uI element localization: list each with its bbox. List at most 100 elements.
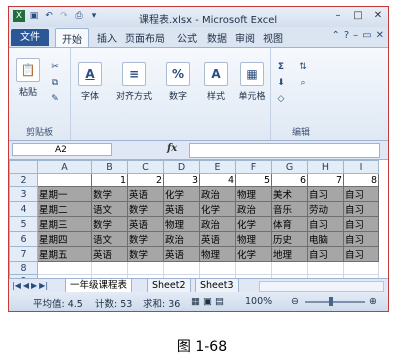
tab-data[interactable]: 数据 bbox=[207, 30, 227, 45]
cell[interactable]: 政治 bbox=[199, 216, 236, 232]
cell[interactable] bbox=[199, 261, 236, 275]
cell[interactable] bbox=[343, 261, 379, 275]
sheet-tab-3[interactable]: Sheet3 bbox=[195, 279, 239, 293]
cell[interactable]: 化学 bbox=[235, 216, 272, 232]
fill-icon[interactable]: ⬇ bbox=[275, 78, 287, 89]
horizontal-scrollbar[interactable] bbox=[259, 281, 384, 292]
worksheet-grid[interactable]: ABCDEFGHI 2 1 2 3 4 5 6 7 8 3 星期一 数学 英语 化学 政治 物理 美术 自习 自习 4… bbox=[9, 160, 388, 288]
cell[interactable]: 化学 bbox=[199, 201, 236, 217]
cell[interactable]: 劳动 bbox=[307, 201, 344, 217]
name-box[interactable]: A2 bbox=[12, 143, 112, 156]
cell[interactable]: 物理 bbox=[163, 216, 200, 232]
cell[interactable]: 自习 bbox=[307, 216, 344, 232]
cell[interactable]: 1 bbox=[91, 173, 128, 187]
print-preview-icon[interactable]: ⎙ bbox=[73, 10, 85, 22]
cell[interactable] bbox=[37, 173, 92, 187]
clear-icon[interactable]: ◇ bbox=[275, 94, 287, 105]
column-header-f[interactable]: F bbox=[235, 160, 272, 174]
prev-sheet-icon[interactable]: ◀ bbox=[23, 281, 29, 290]
row-header[interactable]: 5 bbox=[9, 216, 38, 232]
cell[interactable]: 星期五 bbox=[37, 246, 92, 262]
cell[interactable]: 地理 bbox=[271, 246, 308, 262]
cell[interactable]: 数学 bbox=[127, 246, 164, 262]
row-header[interactable]: 6 bbox=[9, 231, 38, 247]
row-header[interactable]: 2 bbox=[9, 173, 38, 187]
tab-file[interactable]: 文件 bbox=[11, 29, 49, 46]
cells-button[interactable]: ▦ 单元格 bbox=[235, 62, 269, 102]
tab-view[interactable]: 视图 bbox=[263, 30, 283, 45]
row-header[interactable]: 8 bbox=[9, 261, 38, 275]
cell[interactable]: 2 bbox=[127, 173, 164, 187]
zoom-slider[interactable] bbox=[305, 301, 365, 303]
last-sheet-icon[interactable]: ▶| bbox=[39, 281, 48, 290]
cell[interactable]: 数学 bbox=[91, 216, 128, 232]
column-header-e[interactable]: E bbox=[199, 160, 236, 174]
cell[interactable]: 自习 bbox=[343, 201, 379, 217]
maximize-icon[interactable]: □ bbox=[351, 10, 365, 22]
cell[interactable]: 语文 bbox=[91, 201, 128, 217]
cell[interactable]: 英语 bbox=[163, 246, 200, 262]
column-header-i[interactable]: I bbox=[343, 160, 379, 174]
cut-icon[interactable]: ✂ bbox=[49, 62, 61, 73]
autosum-icon[interactable]: Σ bbox=[275, 62, 287, 73]
font-button[interactable]: A 字体 bbox=[73, 62, 107, 102]
cell[interactable]: 自习 bbox=[343, 231, 379, 247]
zoom-out-icon[interactable]: ⊖ bbox=[291, 296, 299, 307]
cell[interactable]: 星期四 bbox=[37, 231, 92, 247]
cell[interactable]: 英语 bbox=[199, 231, 236, 247]
row-header[interactable]: 3 bbox=[9, 186, 38, 202]
cell[interactable] bbox=[91, 261, 128, 275]
cell[interactable]: 物理 bbox=[235, 186, 272, 202]
cell[interactable]: 英语 bbox=[127, 186, 164, 202]
alignment-button[interactable]: ≡ 对齐方式 bbox=[111, 62, 157, 102]
find-select-icon[interactable]: ⌕ bbox=[297, 78, 309, 89]
cell[interactable]: 音乐 bbox=[271, 201, 308, 217]
cell[interactable] bbox=[271, 261, 308, 275]
cell[interactable]: 数学 bbox=[91, 186, 128, 202]
tab-home[interactable]: 开始 bbox=[55, 28, 89, 48]
number-button[interactable]: % 数字 bbox=[161, 62, 195, 102]
cell[interactable]: 4 bbox=[199, 173, 236, 187]
tab-insert[interactable]: 插入 bbox=[97, 30, 117, 45]
cell[interactable]: 英语 bbox=[127, 216, 164, 232]
cell[interactable]: 5 bbox=[235, 173, 272, 187]
cell[interactable]: 数学 bbox=[127, 231, 164, 247]
cell[interactable]: 电脑 bbox=[307, 231, 344, 247]
sort-filter-icon[interactable]: ⇅ bbox=[297, 62, 309, 73]
save-icon[interactable]: ▣ bbox=[28, 10, 40, 22]
cell[interactable]: 自习 bbox=[307, 186, 344, 202]
cell[interactable]: 数学 bbox=[127, 201, 164, 217]
cell-table[interactable]: ABCDEFGHI 2 1 2 3 4 5 6 7 8 3 星期一 数学 英语 化学 政治 物理 美术 自习 自习 4… bbox=[9, 160, 379, 288]
cell[interactable]: 英语 bbox=[163, 201, 200, 217]
cell[interactable]: 物理 bbox=[199, 246, 236, 262]
first-sheet-icon[interactable]: |◀ bbox=[12, 281, 21, 290]
paste-button[interactable]: 📋 粘贴 bbox=[11, 58, 45, 98]
sheet-tab-2[interactable]: Sheet2 bbox=[147, 279, 191, 293]
zoom-slider-thumb[interactable] bbox=[329, 297, 333, 306]
help-icon[interactable]: ? bbox=[344, 30, 349, 41]
cell[interactable]: 3 bbox=[163, 173, 200, 187]
cell[interactable]: 8 bbox=[343, 173, 379, 187]
cell[interactable]: 历史 bbox=[271, 231, 308, 247]
tab-review[interactable]: 审阅 bbox=[235, 30, 255, 45]
cell[interactable]: 政治 bbox=[199, 186, 236, 202]
next-sheet-icon[interactable]: ▶ bbox=[31, 281, 37, 290]
cell[interactable]: 7 bbox=[307, 173, 344, 187]
column-header-h[interactable]: H bbox=[307, 160, 344, 174]
normal-view-icon[interactable]: ▦ bbox=[191, 296, 200, 307]
styles-button[interactable]: A 样式 bbox=[199, 62, 233, 102]
select-all-corner[interactable] bbox=[9, 160, 38, 174]
row-header[interactable]: 4 bbox=[9, 201, 38, 217]
undo-icon[interactable]: ↶ bbox=[43, 10, 55, 22]
row-header[interactable]: 7 bbox=[9, 246, 38, 262]
sheet-tab-1[interactable]: 一年级课程表 bbox=[65, 279, 133, 293]
minimize-icon[interactable]: – bbox=[331, 10, 345, 22]
column-header-c[interactable]: C bbox=[127, 160, 164, 174]
ribbon-collapse-icon[interactable]: ⌃ bbox=[331, 30, 339, 41]
cell[interactable]: 美术 bbox=[271, 186, 308, 202]
page-layout-view-icon[interactable]: ▣ bbox=[203, 296, 212, 307]
cell[interactable]: 自习 bbox=[307, 246, 344, 262]
redo-icon[interactable]: ↷ bbox=[58, 10, 70, 22]
customize-qat-icon[interactable]: ▾ bbox=[88, 10, 100, 22]
cell[interactable]: 英语 bbox=[91, 246, 128, 262]
